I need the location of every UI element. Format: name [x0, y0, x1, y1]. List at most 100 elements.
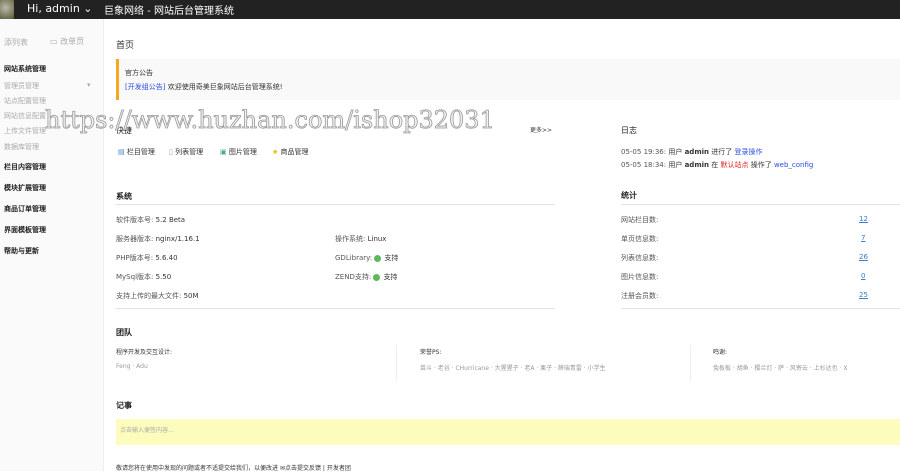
stat-value[interactable]: 25: [859, 291, 868, 299]
check-icon: [373, 273, 381, 281]
change-page-label: 改单页: [60, 37, 85, 46]
team-label: 荣誉PS:: [420, 349, 442, 356]
chevron-down-icon: ⌄: [83, 2, 93, 15]
divider: [396, 345, 397, 381]
column-icon: ▤: [118, 148, 125, 156]
log-action[interactable]: 登录操作: [734, 148, 762, 156]
system-title: 系统: [116, 192, 132, 201]
shortcut-list[interactable]: ▯ 列表管理: [169, 147, 203, 157]
log-action[interactable]: web_config: [774, 161, 813, 169]
divider: [116, 308, 555, 309]
watermark: https://www.huzhan.com/ishop32031: [45, 106, 496, 135]
page-icon: ▭: [50, 37, 58, 46]
team-names: 苗斗 · 老谷 · CHurricane · 大猩猩子 · 老A · 栗子 · …: [420, 365, 606, 372]
sidebar: 添列表 ▭ 改单页 网站系统管理 管理员管理 ▾ 站点配置管理 网站信息配置 上…: [0, 19, 104, 471]
stat-label: 网站栏目数:: [621, 216, 659, 224]
image-icon: ▣: [220, 148, 227, 156]
log-site[interactable]: 默认站点: [720, 161, 748, 169]
log-user: admin: [684, 161, 709, 169]
log-text: 在: [711, 161, 719, 169]
log-entry: 05-05 18:34: 用户 admin 在 默认站点 操作了 web_con…: [621, 160, 813, 170]
log-text: 用户: [668, 148, 683, 156]
stat-value[interactable]: 12: [859, 215, 868, 223]
stats-title: 统计: [621, 191, 637, 200]
info-value: 5.6.40: [155, 254, 178, 262]
stat-value[interactable]: 7: [861, 234, 865, 242]
sidebar-item[interactable]: 数据库管理: [4, 142, 39, 152]
team-names: 兔板板 · 胡鱼 · 樱兰灯 · 萨 · 风寄云 · 上杉达也 · X: [713, 365, 848, 372]
sidebar-group[interactable]: 模块扩展管理: [4, 183, 46, 193]
info-value: 5.2 Beta: [155, 216, 186, 224]
avatar[interactable]: [0, 0, 14, 19]
info-value: 支持: [383, 273, 398, 281]
log-text: 操作了: [750, 161, 772, 169]
stat-label: 注册会员数:: [621, 292, 659, 300]
log-text: 用户: [668, 161, 683, 169]
sidebar-item[interactable]: 站点配置管理: [4, 96, 46, 106]
sidebar-item[interactable]: 网站信息配置: [4, 111, 46, 121]
stat-label: 单页信息数:: [621, 235, 659, 243]
chevron-down-icon[interactable]: ▾: [87, 81, 91, 89]
sidebar-group[interactable]: 栏目内容管理: [4, 162, 46, 172]
team-names: Feng · Adu: [116, 363, 148, 370]
log-text: 进行了: [711, 148, 733, 156]
sidebar-group-system[interactable]: 网站系统管理: [4, 64, 46, 74]
info-value: 50M: [183, 292, 199, 300]
info-value: nginx/1.16.1: [155, 235, 200, 243]
shortcut-column[interactable]: ▤ 栏目管理: [118, 147, 155, 157]
notes-input[interactable]: 点击输入便签内容...: [116, 419, 900, 445]
info-label: ZEND支持:: [335, 273, 372, 281]
info-label: 操作系统:: [335, 235, 366, 243]
more-link[interactable]: 更多>>: [530, 125, 552, 134]
log-user: admin: [684, 148, 709, 156]
log-entry: 05-05 19:36: 用户 admin 进行了 登录操作: [621, 147, 762, 157]
info-label: GDLibrary:: [335, 254, 373, 262]
page-title: 首页: [116, 41, 135, 51]
app-title: 巨象网络 - 网站后台管理系统: [104, 6, 234, 17]
star-icon: ★: [272, 148, 279, 156]
notes-placeholder: 点击输入便签内容...: [120, 427, 174, 434]
team-label: 鸣谢:: [713, 349, 728, 356]
divider: [621, 308, 900, 309]
info-label: 软件版本号:: [116, 216, 154, 224]
shortcut-label: 列表管理: [175, 148, 204, 156]
stat-value[interactable]: 26: [859, 253, 868, 261]
notice-text: 欢迎使用奇美巨象网站后台管理系统!: [167, 83, 283, 91]
sidebar-item[interactable]: 上传文件管理: [4, 126, 46, 136]
shortcut-image[interactable]: ▣ 图片管理: [220, 147, 257, 157]
log-time: 05-05 19:36:: [621, 148, 667, 156]
sidebar-group[interactable]: 商品订单管理: [4, 204, 46, 214]
stat-label: 图片信息数:: [621, 273, 659, 281]
shortcuts-title: 快捷: [116, 126, 132, 135]
user-menu[interactable]: Hi, admin ⌄: [27, 2, 93, 15]
notes-title: 记事: [116, 401, 132, 410]
add-list-button[interactable]: 添列表: [4, 37, 28, 48]
log-title: 日志: [621, 126, 637, 135]
info-label: MySql版本:: [116, 273, 154, 281]
document-icon: ▯: [169, 148, 173, 156]
info-value: Linux: [367, 235, 387, 243]
check-icon: [374, 254, 382, 262]
top-bar: Hi, admin ⌄ 巨象网络 - 网站后台管理系统: [0, 0, 900, 19]
divider: [621, 204, 900, 205]
sidebar-item[interactable]: 管理员管理: [4, 81, 39, 91]
team-label: 程序开发及交互设计:: [116, 349, 173, 356]
notice-tag[interactable]: [开发组公告]: [125, 83, 165, 91]
stat-label: 列表信息数:: [621, 254, 659, 262]
notice-box: 官方公告 [开发组公告] 欢迎使用奇美巨象网站后台管理系统!: [116, 59, 900, 100]
change-page-button[interactable]: ▭ 改单页: [50, 36, 84, 47]
stat-value[interactable]: 0: [861, 272, 865, 280]
shortcut-label: 栏目管理: [126, 148, 155, 156]
divider: [690, 345, 691, 381]
info-value: 5.50: [155, 273, 172, 281]
divider: [116, 204, 555, 205]
shortcut-label: 图片管理: [228, 148, 257, 156]
team-title: 团队: [116, 328, 132, 337]
shortcut-goods[interactable]: ★ 商品管理: [272, 147, 309, 157]
info-label: 服务器版本:: [116, 235, 154, 243]
sidebar-group[interactable]: 界面模板管理: [4, 225, 46, 235]
greeting: Hi, admin: [27, 2, 80, 15]
info-label: 支持上传的最大文件:: [116, 292, 182, 300]
shortcut-label: 商品管理: [280, 148, 309, 156]
sidebar-group[interactable]: 帮助与更新: [4, 246, 39, 256]
